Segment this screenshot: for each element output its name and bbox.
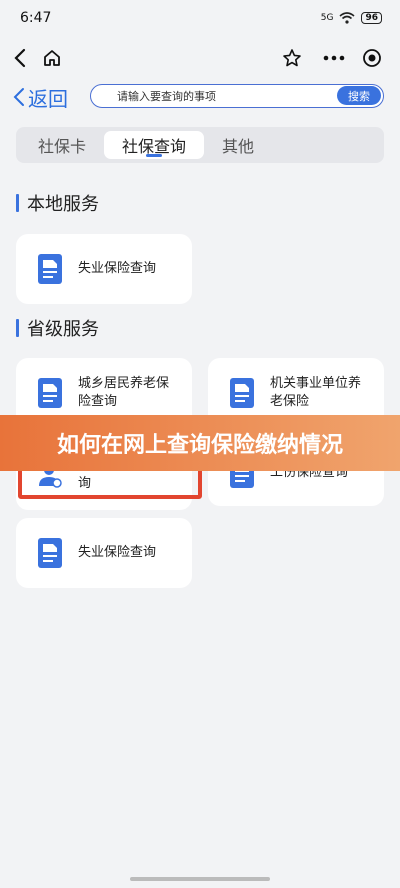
search-input[interactable]: 请输入要查询的事项 搜索 [90, 84, 384, 108]
tab-social-query[interactable]: 社保查询 [104, 131, 205, 159]
chevron-left-icon[interactable] [8, 46, 32, 70]
home-indicator[interactable] [130, 877, 270, 881]
signal-icon: 5G [320, 13, 334, 23]
status-bar: 6:47 5G 96 [0, 0, 400, 36]
home-icon[interactable] [40, 46, 64, 70]
card-label: 失业保险查询 [78, 261, 157, 276]
banner-text: 如何在网上查询保险缴纳情况 [56, 433, 343, 458]
insurance-doc-icon [38, 254, 62, 284]
section-marker [16, 194, 19, 212]
tab-social-card[interactable]: 社保卡 [20, 131, 104, 159]
card-label-line: 城乡居民养老保 [78, 376, 170, 391]
tab-other[interactable]: 其他 [204, 131, 272, 159]
status-time: 6:47 [20, 10, 52, 26]
card-label: 失业保险查询 [78, 544, 156, 562]
card-label-line: 失业保险查询 [78, 545, 157, 560]
section-title-province: 省级服务 [16, 315, 99, 341]
status-indicators: 5G 96 [321, 12, 382, 24]
top-nav [0, 40, 400, 76]
header-row: 返回 请输入要查询的事项 搜索 [0, 78, 400, 116]
insurance-doc-icon [38, 378, 62, 408]
insurance-doc-icon [230, 378, 254, 408]
card-label-line: 老保险 [270, 394, 310, 409]
wifi-icon [339, 12, 355, 24]
title-banner: 如何在网上查询保险缴纳情况 [0, 415, 400, 471]
card-label-line: 险查询 [78, 394, 118, 409]
back-label: 返回 [28, 86, 68, 111]
service-card-unemployment-local[interactable]: 失业保险查询 [16, 234, 192, 304]
back-button[interactable]: 返回 [12, 78, 68, 116]
record-icon[interactable] [360, 46, 384, 70]
search-button[interactable]: 搜索 [337, 86, 381, 105]
card-label: 城乡居民养老保 险查询 [78, 375, 169, 411]
card-label-line: 询 [78, 476, 92, 491]
battery-icon: 96 [361, 12, 382, 24]
section-title-text: 省级服务 [27, 319, 99, 340]
section-title-local: 本地服务 [16, 190, 99, 216]
chevron-left-icon [13, 88, 24, 106]
insurance-doc-icon [38, 538, 62, 568]
more-icon[interactable] [320, 46, 348, 70]
tab-bar: 社保卡 社保查询 其他 [16, 127, 384, 163]
service-card-unemployment-province[interactable]: 失业保险查询 [16, 518, 192, 588]
star-icon[interactable] [280, 46, 304, 70]
section-marker [16, 319, 19, 337]
section-title-text: 本地服务 [27, 194, 99, 215]
card-label-line: 机关事业单位养 [270, 376, 362, 391]
card-label: 机关事业单位养 老保险 [270, 375, 361, 411]
